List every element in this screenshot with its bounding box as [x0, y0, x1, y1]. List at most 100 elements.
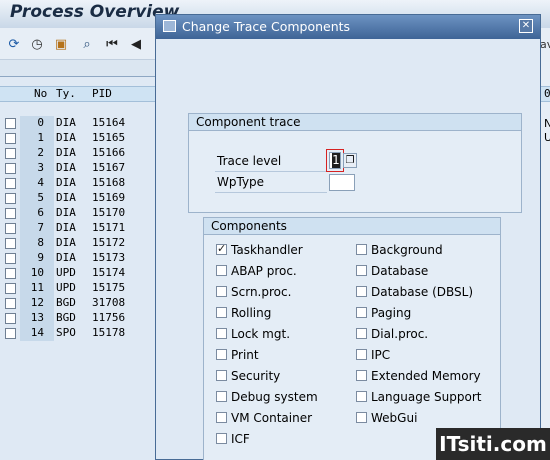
- checkbox-icon[interactable]: [216, 412, 227, 423]
- component-label: ABAP proc.: [231, 263, 297, 278]
- table-row[interactable]: 13 BGD 11756: [0, 311, 156, 326]
- components-right-column: Background Database Database (DBSL) Paging D…: [356, 239, 496, 428]
- component-option[interactable]: Security: [216, 365, 356, 386]
- checkbox-icon[interactable]: [216, 391, 227, 402]
- dialog-window-icon: [163, 20, 176, 32]
- dialog-title-bar[interactable]: Change Trace Components ✕: [156, 15, 540, 39]
- table-row[interactable]: 2 DIA 15166: [0, 146, 156, 161]
- checkbox-icon[interactable]: [356, 244, 367, 255]
- component-option[interactable]: WebGui: [356, 407, 496, 428]
- component-option[interactable]: Dial.proc.: [356, 323, 496, 344]
- component-option[interactable]: Print: [216, 344, 356, 365]
- row-select-checkbox[interactable]: [5, 208, 16, 219]
- row-pid: 15166: [92, 146, 126, 159]
- checkbox-icon[interactable]: [356, 307, 367, 318]
- checkbox-icon[interactable]: [356, 412, 367, 423]
- row-select-checkbox[interactable]: [5, 133, 16, 144]
- row-select-checkbox[interactable]: [5, 253, 16, 264]
- row-select-checkbox[interactable]: [5, 148, 16, 159]
- save-layout-icon[interactable]: ▣: [53, 37, 69, 53]
- component-option[interactable]: VM Container: [216, 407, 356, 428]
- table-row[interactable]: 9 DIA 15173: [0, 251, 156, 266]
- checkbox-icon[interactable]: [216, 433, 227, 444]
- refresh-icon[interactable]: ⟳: [6, 37, 22, 53]
- table-row[interactable]: 1 DIA 15165: [0, 131, 156, 146]
- window-title: Process Overview: [10, 2, 180, 22]
- column-header-type[interactable]: Ty.: [56, 87, 76, 100]
- column-header-pid[interactable]: PID: [92, 87, 112, 100]
- row-select-checkbox[interactable]: [5, 178, 16, 189]
- component-option[interactable]: Scrn.proc.: [216, 281, 356, 302]
- table-row[interactable]: 5 DIA 15169: [0, 191, 156, 206]
- component-option[interactable]: Database: [356, 260, 496, 281]
- component-option[interactable]: Extended Memory: [356, 365, 496, 386]
- value-help-icon[interactable]: ❐: [343, 153, 357, 168]
- checkbox-icon[interactable]: [216, 307, 227, 318]
- trace-level-label: Trace level: [217, 154, 282, 168]
- checkbox-icon[interactable]: [356, 370, 367, 381]
- table-row[interactable]: 0 DIA 15164: [0, 116, 156, 131]
- row-select-checkbox[interactable]: [5, 268, 16, 279]
- row-pid: 15173: [92, 251, 126, 264]
- close-icon[interactable]: ✕: [519, 19, 533, 33]
- row-select-checkbox[interactable]: [5, 223, 16, 234]
- component-option[interactable]: Paging: [356, 302, 496, 323]
- table-row[interactable]: 7 DIA 15171: [0, 221, 156, 236]
- checkbox-icon[interactable]: [216, 349, 227, 360]
- component-label: ICF: [231, 431, 250, 446]
- checkbox-checked-icon[interactable]: [216, 242, 227, 255]
- component-option[interactable]: Language Support: [356, 386, 496, 407]
- component-option[interactable]: Rolling: [216, 302, 356, 323]
- previous-page-icon[interactable]: ◀: [128, 37, 144, 53]
- row-select-checkbox[interactable]: [5, 298, 16, 309]
- checkbox-icon[interactable]: [356, 265, 367, 276]
- column-header-no[interactable]: No: [34, 87, 47, 100]
- row-type: BGD: [56, 296, 76, 309]
- row-pid: 15174: [92, 266, 126, 279]
- row-select-checkbox[interactable]: [5, 118, 16, 129]
- dialog-title: Change Trace Components: [182, 19, 351, 34]
- table-row[interactable]: 4 DIA 15168: [0, 176, 156, 191]
- row-pid: 15167: [92, 161, 126, 174]
- row-select-checkbox[interactable]: [5, 193, 16, 204]
- table-row[interactable]: 11 UPD 15175: [0, 281, 156, 296]
- table-row[interactable]: 8 DIA 15172: [0, 236, 156, 251]
- table-row[interactable]: 3 DIA 15167: [0, 161, 156, 176]
- row-pid: 15172: [92, 236, 126, 249]
- component-option[interactable]: Database (DBSL): [356, 281, 496, 302]
- row-type: DIA: [56, 191, 76, 204]
- component-option[interactable]: IPC: [356, 344, 496, 365]
- row-select-checkbox[interactable]: [5, 238, 16, 249]
- component-option[interactable]: Lock mgt.: [216, 323, 356, 344]
- clock-icon[interactable]: ◷: [29, 37, 45, 53]
- component-label: Paging: [371, 305, 412, 320]
- row-select-checkbox[interactable]: [5, 283, 16, 294]
- checkbox-icon[interactable]: [356, 286, 367, 297]
- table-row[interactable]: 14 SPO 15178: [0, 326, 156, 341]
- component-option[interactable]: ICF: [216, 428, 356, 449]
- wptype-input[interactable]: [329, 174, 355, 191]
- first-page-icon[interactable]: ⏮: [104, 37, 120, 53]
- checkbox-icon[interactable]: [216, 370, 227, 381]
- row-no: 0: [20, 116, 54, 131]
- checkbox-icon[interactable]: [216, 328, 227, 339]
- checkbox-icon[interactable]: [356, 328, 367, 339]
- components-left-column: Taskhandler ABAP proc. Scrn.proc. Rolling Lo…: [216, 239, 356, 449]
- component-option[interactable]: ABAP proc.: [216, 260, 356, 281]
- component-option[interactable]: Debug system: [216, 386, 356, 407]
- row-select-checkbox[interactable]: [5, 313, 16, 324]
- component-option[interactable]: Background: [356, 239, 496, 260]
- checkbox-icon[interactable]: [216, 265, 227, 276]
- checkbox-icon[interactable]: [356, 391, 367, 402]
- table-row[interactable]: 6 DIA 15170: [0, 206, 156, 221]
- component-option[interactable]: Taskhandler: [216, 239, 356, 260]
- component-label: Scrn.proc.: [231, 284, 292, 299]
- row-select-checkbox[interactable]: [5, 163, 16, 174]
- row-select-checkbox[interactable]: [5, 328, 16, 339]
- find-icon[interactable]: ⌕: [79, 37, 95, 53]
- component-label: IPC: [371, 347, 391, 362]
- checkbox-icon[interactable]: [216, 286, 227, 297]
- checkbox-icon[interactable]: [356, 349, 367, 360]
- table-row[interactable]: 10 UPD 15174: [0, 266, 156, 281]
- table-row[interactable]: 12 BGD 31708: [0, 296, 156, 311]
